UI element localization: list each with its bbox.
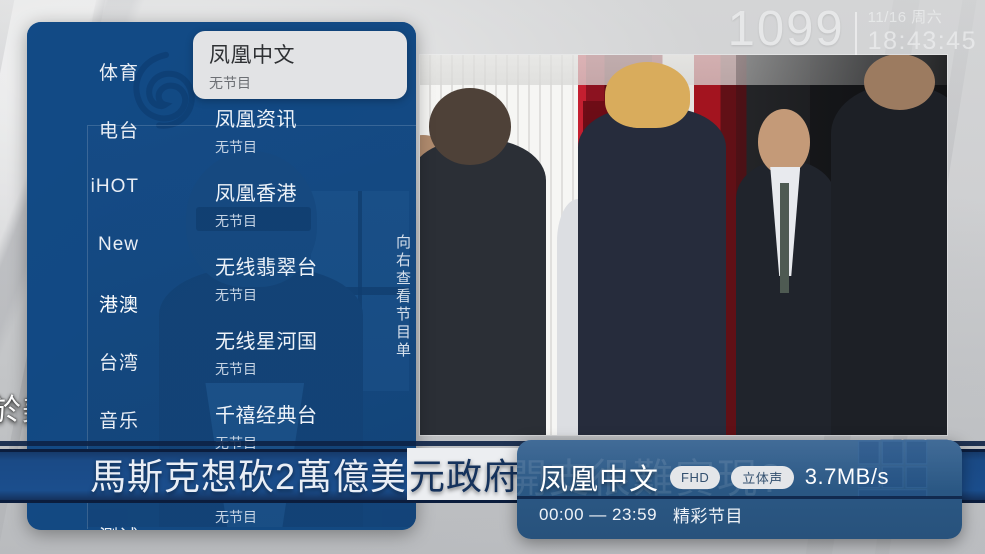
video-frame [420,55,947,435]
now-playing-card[interactable]: 開支很難實現? 凤凰中文 FHD 立体声 3.7MB/s 00:00 — 23:… [517,440,962,539]
video-person [736,109,837,435]
category-label: 音乐 [98,410,139,432]
channel-item-2[interactable]: 凤凰香港 无节目 [197,173,416,247]
channel-name: 无线星河国 [215,331,318,353]
card-divider [517,496,962,499]
channel-name: 千禧经典台 [215,405,318,427]
top-status-bar: 1099 11/16 周六 18:43:45 [728,2,977,56]
audio-badge: 立体声 [731,465,794,489]
category-label: iHOT [90,176,139,197]
separator-line [854,12,857,56]
category-label: 测试 [99,522,139,531]
category-label: 台湾 [98,352,139,374]
video-player[interactable] [420,55,947,435]
category-item-6[interactable]: 音乐 [27,390,187,448]
card-primary-row: 凤凰中文 FHD 立体声 3.7MB/s [539,456,889,498]
category-item-5[interactable]: 台湾 [27,332,187,390]
clock: 11/16 周六 18:43:45 [868,2,977,54]
video-person [831,55,947,435]
clock-time: 18:43:45 [867,26,977,55]
channel-name: 凤凰香港 [215,183,297,205]
current-channel-name: 凤凰中文 [539,464,660,496]
bitrate-label: 3.7MB/s [804,464,889,489]
headline-part-left: 馬斯克想砍2萬億美 [90,456,408,497]
category-item-4[interactable]: 港澳 [27,274,187,332]
channel-program: 无节目 [215,287,257,303]
channel-program: 无节目 [215,361,257,377]
channel-name: 无线翡翠台 [215,257,318,279]
category-label: 港澳 [98,294,139,316]
channel-item-4[interactable]: 无线星河国 无节目 [197,321,416,395]
channel-item-0[interactable]: 凤凰中文 无节目 [193,31,407,99]
channel-program: 无节目 [215,139,257,155]
category-item-8[interactable]: 测试 [27,506,187,531]
clock-date: 11/16 周六 [867,9,943,26]
category-item-1[interactable]: 电台 [27,100,187,158]
tv-player-screen: 1099 11/16 周六 18:43:45 對於美國6.1萬億的 [0,0,985,554]
category-label: New [97,234,139,255]
channel-number: 1099 [727,2,845,56]
category-item-0[interactable]: 体育 [27,42,187,100]
channel-item-1[interactable]: 凤凰资讯 无节目 [197,99,416,173]
channel-program: 无节目 [215,509,257,525]
program-title: 精彩节目 [673,507,744,526]
category-item-2[interactable]: iHOT [27,158,187,216]
card-secondary-row: 00:00 — 23:59 精彩节目 [539,502,743,527]
channel-name: 凤凰中文 [209,44,295,67]
channel-program: 无节目 [209,75,251,91]
program-time-range: 00:00 — 23:59 [539,504,658,524]
category-label: 体育 [98,62,139,84]
channel-item-3[interactable]: 无线翡翠台 无节目 [197,247,416,321]
category-item-3[interactable]: New [27,216,187,274]
quality-badge: FHD [670,465,721,489]
channel-program: 无节目 [215,213,257,229]
category-label: 电台 [98,120,139,142]
channel-name: 凤凰资讯 [215,109,297,131]
